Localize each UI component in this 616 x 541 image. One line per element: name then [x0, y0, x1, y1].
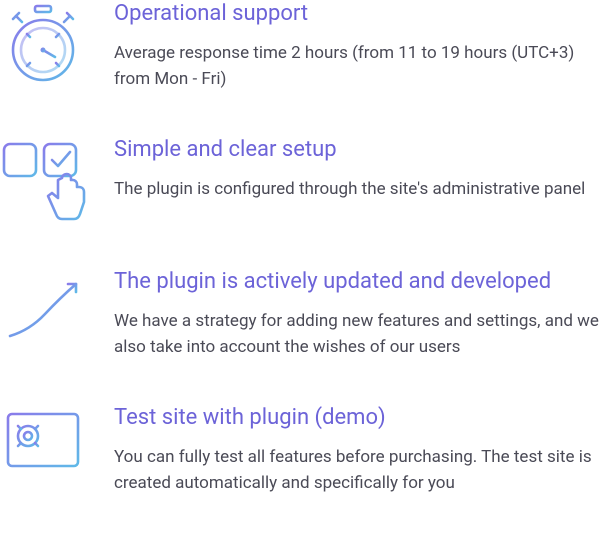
- feature-desc: We have a strategy for adding new featur…: [114, 308, 612, 361]
- feature-title: Operational support: [114, 0, 612, 28]
- feature-row: Test site with plugin (demo) You can ful…: [0, 404, 616, 496]
- growth-chart-icon: [0, 268, 86, 356]
- feature-text: Simple and clear setup The plugin is con…: [114, 136, 616, 202]
- feature-desc: Average response time 2 hours (from 11 t…: [114, 40, 612, 93]
- stopwatch-icon: [0, 0, 86, 88]
- feature-row: Simple and clear setup The plugin is con…: [0, 136, 616, 224]
- feature-desc: The plugin is configured through the sit…: [114, 176, 612, 202]
- feature-title: The plugin is actively updated and devel…: [114, 268, 612, 296]
- feature-text: The plugin is actively updated and devel…: [114, 268, 616, 360]
- feature-desc: You can fully test all features before p…: [114, 444, 612, 497]
- feature-text: Test site with plugin (demo) You can ful…: [114, 404, 616, 496]
- feature-title: Simple and clear setup: [114, 136, 612, 164]
- checkbox-touch-icon: [0, 136, 86, 224]
- feature-row: Operational support Average response tim…: [0, 0, 616, 92]
- feature-title: Test site with plugin (demo): [114, 404, 612, 432]
- feature-row: The plugin is actively updated and devel…: [0, 268, 616, 360]
- monitor-gear-icon: [0, 404, 86, 492]
- feature-text: Operational support Average response tim…: [114, 0, 616, 92]
